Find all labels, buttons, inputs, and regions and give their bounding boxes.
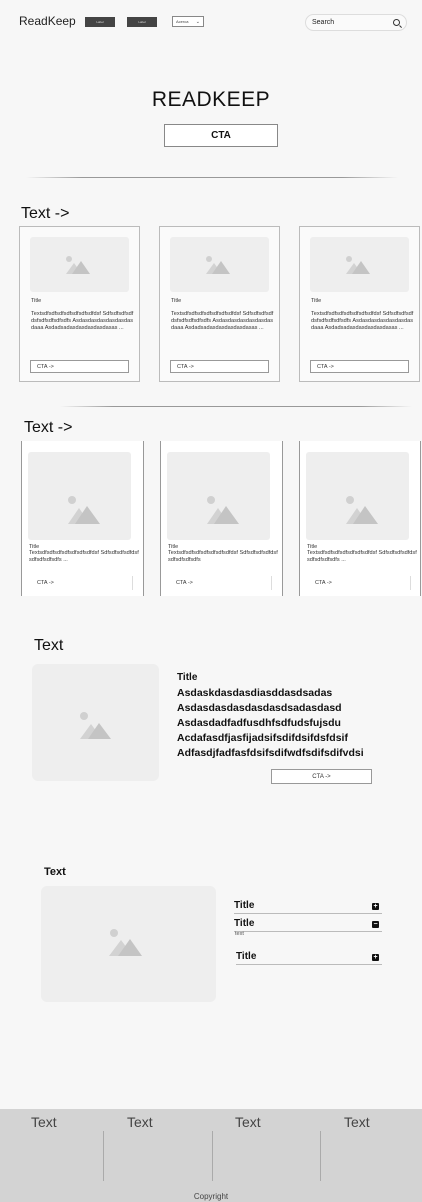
card: Title Textsdfsdfsdfsdfsdfsdfsdfdsf Sdfsd… <box>299 226 420 382</box>
search-placeholder: Search <box>312 19 335 26</box>
divider <box>26 177 398 178</box>
divider <box>60 406 412 407</box>
card-text: Textsdfsdfsdfsdfsdfsdfsdfdsf Sdfsdfsdfsd… <box>171 311 274 332</box>
card: Title Textsdfsdfsdfsdfsdfsdfsdfdsf Sdfsd… <box>19 226 140 382</box>
image-placeholder-icon <box>28 452 131 540</box>
card: Title Textsdfsdfsdfsdfsdfsdfsdfdsf Sdfsd… <box>160 441 283 596</box>
footer-column-title[interactable]: Text <box>127 1114 153 1130</box>
feature-line: Asdasdasdasdasdasdsadasdasd <box>177 702 342 714</box>
feature-text: Asdaskdasdasdiasddasdsadas Asdasdasdasda… <box>177 686 364 761</box>
card-text: Textsdfsdfsdfsdfsdfsdfsdfdsf Sdfsdfsdfsd… <box>307 550 417 564</box>
minus-icon[interactable]: − <box>372 921 379 928</box>
copyright: Copyright <box>193 1192 229 1201</box>
image-placeholder-icon <box>310 237 409 292</box>
accordion-content: text <box>235 931 244 937</box>
card-title: Title <box>171 298 182 304</box>
dropdown-value: Acerca <box>176 19 189 24</box>
card-text: Textsdfsdfsdfsdfsdfsdfsdfdsf Sdfsdfsdfsd… <box>168 550 278 564</box>
card-cta-button[interactable]: CTA -> <box>170 360 269 373</box>
accordion-item[interactable]: Title + <box>234 900 382 914</box>
accordion-title: Title <box>234 900 255 911</box>
accordion-heading: Text <box>44 866 66 878</box>
divider <box>234 931 382 932</box>
brand-logo[interactable]: ReadKeep <box>19 14 76 28</box>
card-cta-button[interactable]: CTA -> <box>30 360 129 373</box>
footer-column-title[interactable]: Text <box>344 1114 370 1130</box>
feature-line: Asdasdadfadfusdhfsdfudsfujsdu <box>177 717 341 729</box>
image-placeholder-icon <box>306 452 409 540</box>
image-placeholder-icon <box>170 237 269 292</box>
plus-icon[interactable]: + <box>372 954 379 961</box>
card-title: Title <box>311 298 322 304</box>
feature-line: Acdafasdfjasfijadsifsdifdsifdsfdsif <box>177 732 348 744</box>
image-placeholder-icon <box>167 452 270 540</box>
nav-button-2[interactable]: Label <box>127 17 157 27</box>
card-cta-button[interactable]: CTA -> <box>306 576 411 590</box>
card-text: Textsdfsdfsdfsdfsdfsdfsdfdsf Sdfsdfsdfsd… <box>311 311 414 332</box>
search-icon[interactable] <box>393 19 400 26</box>
hero-title: READKEEP <box>151 88 271 111</box>
card-text: Textsdfsdfsdfsdfsdfsdfsdfdsf Sdfsdfsdfsd… <box>29 550 139 564</box>
footer-divider <box>320 1131 321 1181</box>
feature-line: Asdaskdasdasdiasddasdsadas <box>177 687 333 699</box>
image-placeholder-icon <box>41 886 216 1002</box>
card: Title Textsdfsdfsdfsdfsdfsdfsdfdsf Sdfsd… <box>21 441 144 596</box>
footer: Text Text Text Text Copyright <box>0 1109 422 1202</box>
feature-cta-button[interactable]: CTA -> <box>271 769 372 784</box>
footer-column-title[interactable]: Text <box>31 1114 57 1130</box>
footer-column-title[interactable]: Text <box>235 1114 261 1130</box>
card-text: Textsdfsdfsdfsdfsdfsdfsdfdsf Sdfsdfsdfsd… <box>31 311 134 332</box>
image-placeholder-icon <box>32 664 159 781</box>
image-placeholder-icon <box>30 237 129 292</box>
divider <box>236 964 382 965</box>
nav-dropdown[interactable]: Acerca ⌄ <box>172 16 204 27</box>
card-cta-button[interactable]: CTA -> <box>310 360 409 373</box>
feature-heading: Text <box>34 637 64 654</box>
card-title: Title <box>31 298 42 304</box>
accordion-title: Title <box>236 951 257 962</box>
card-cta-button[interactable]: CTA -> <box>28 576 133 590</box>
footer-divider <box>212 1131 213 1181</box>
search-input[interactable]: Search <box>305 14 407 31</box>
section2-heading[interactable]: Text -> <box>24 419 72 437</box>
nav-button-1[interactable]: Label <box>85 17 115 27</box>
plus-icon[interactable]: + <box>372 903 379 910</box>
section1-heading[interactable]: Text -> <box>21 205 69 223</box>
feature-title: Title <box>177 672 198 683</box>
accordion-title: Title <box>234 918 255 929</box>
footer-divider <box>103 1131 104 1181</box>
card: Title Textsdfsdfsdfsdfsdfsdfsdfdsf Sdfsd… <box>159 226 280 382</box>
feature-line: Adfasdjfadfasfdsifsdifwdfsdifsdifvdsi <box>177 747 364 759</box>
card-cta-button[interactable]: CTA -> <box>167 576 272 590</box>
divider <box>234 913 382 914</box>
hero-cta-button[interactable]: CTA <box>164 124 278 147</box>
accordion-item[interactable]: Title + <box>236 951 382 965</box>
accordion-item[interactable]: Title − text <box>234 918 382 937</box>
chevron-down-icon: ⌄ <box>195 18 200 25</box>
card: Title Textsdfsdfsdfsdfsdfsdfsdfdsf Sdfsd… <box>299 441 421 596</box>
